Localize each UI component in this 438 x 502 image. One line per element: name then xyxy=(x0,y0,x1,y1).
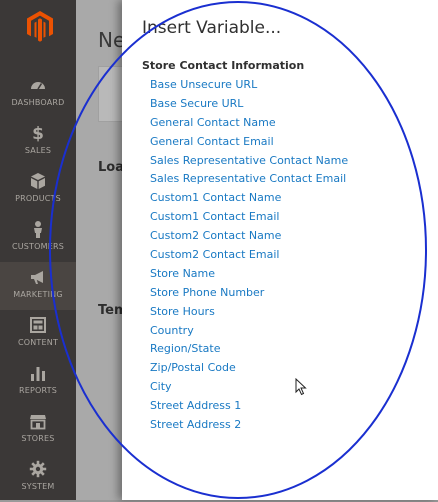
variable-link[interactable]: Base Secure URL xyxy=(150,95,348,114)
magento-logo[interactable] xyxy=(26,10,54,42)
gear-icon xyxy=(29,460,47,478)
megaphone-icon xyxy=(31,271,43,284)
nav-item-customers[interactable]: CUSTOMERS xyxy=(0,214,76,262)
modal-title: Insert Variable... xyxy=(142,18,282,38)
nav-item-content[interactable]: CONTENT xyxy=(0,310,76,358)
nav-label-system: SYSTEM xyxy=(21,482,55,491)
nav-label-dashboard: DASHBOARD xyxy=(11,98,65,107)
variable-link[interactable]: City xyxy=(150,378,348,397)
box-icon xyxy=(31,173,45,189)
variable-link[interactable]: Store Phone Number xyxy=(150,284,348,303)
bar-chart-icon xyxy=(31,367,45,381)
background-label-load: Loa xyxy=(98,160,124,175)
nav-item-dashboard[interactable]: DASHBOARD xyxy=(0,70,76,118)
variable-link[interactable]: Street Address 2 xyxy=(150,416,348,435)
layout-icon xyxy=(30,317,46,333)
variable-link[interactable]: Store Name xyxy=(150,265,348,284)
dashboard-icon xyxy=(31,82,45,90)
svg-text:$: $ xyxy=(32,124,44,142)
variable-link[interactable]: Custom1 Contact Name xyxy=(150,189,348,208)
mouse-cursor-icon xyxy=(295,378,307,396)
nav-item-sales[interactable]: $ SALES xyxy=(0,118,76,166)
person-icon xyxy=(34,221,42,238)
variable-link[interactable]: Zip/Postal Code xyxy=(150,359,348,378)
variable-link[interactable]: Custom1 Contact Email xyxy=(150,208,348,227)
variable-link[interactable]: General Contact Email xyxy=(150,133,348,152)
nav-item-marketing[interactable]: MARKETING xyxy=(0,262,76,310)
variable-link[interactable]: Sales Representative Contact Email xyxy=(150,170,348,189)
nav-label-stores: STORES xyxy=(21,434,55,443)
variable-link[interactable]: Custom2 Contact Email xyxy=(150,246,348,265)
variable-link[interactable]: Store Hours xyxy=(150,303,348,322)
nav-label-products: PRODUCTS xyxy=(15,194,61,203)
nav-label-reports: REPORTS xyxy=(18,386,58,395)
insert-variable-modal: Insert Variable... Store Contact Informa… xyxy=(122,0,438,500)
dollar-icon: $ xyxy=(32,124,44,142)
variable-link[interactable]: Country xyxy=(150,322,348,341)
nav-item-reports[interactable]: REPORTS xyxy=(0,358,76,406)
variable-link[interactable]: Custom2 Contact Name xyxy=(150,227,348,246)
admin-sidebar: DASHBOARD $ SALES PRODUCTS CUSTOMERS MAR… xyxy=(0,0,76,500)
variable-list: Base Unsecure URL Base Secure URL Genera… xyxy=(150,76,348,435)
nav-item-stores[interactable]: STORES xyxy=(0,406,76,454)
nav-label-customers: CUSTOMERS xyxy=(11,242,65,251)
variable-link[interactable]: Region/State xyxy=(150,340,348,359)
section-heading: Store Contact Information xyxy=(142,59,305,72)
nav-label-marketing: MARKETING xyxy=(13,290,63,299)
nav-label-sales: SALES xyxy=(24,146,52,155)
nav-item-system[interactable]: SYSTEM xyxy=(0,454,76,502)
variable-link[interactable]: General Contact Name xyxy=(150,114,348,133)
storefront-icon xyxy=(30,415,46,430)
nav-item-products[interactable]: PRODUCTS xyxy=(0,166,76,214)
variable-link[interactable]: Base Unsecure URL xyxy=(150,76,348,95)
nav-label-content: CONTENT xyxy=(17,338,59,347)
variable-link[interactable]: Sales Representative Contact Name xyxy=(150,152,348,171)
variable-link[interactable]: Street Address 1 xyxy=(150,397,348,416)
